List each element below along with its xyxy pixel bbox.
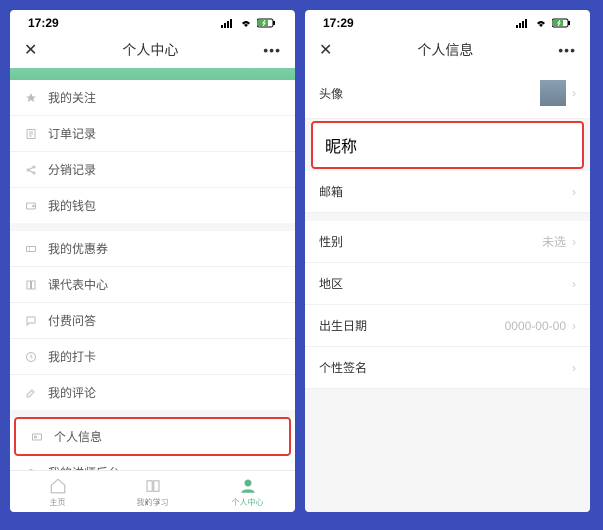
- row-follow[interactable]: 我的关注: [10, 80, 295, 116]
- row-label: 昵称: [325, 133, 357, 157]
- row-label: 出生日期: [319, 317, 367, 334]
- row-label: 个性签名: [319, 359, 367, 376]
- more-icon[interactable]: •••: [558, 42, 576, 58]
- chevron-right-icon: ›: [572, 185, 576, 199]
- tab-profile[interactable]: 个人中心: [200, 477, 295, 508]
- row-label: 我的优惠券: [48, 240, 108, 257]
- birth-value: 0000-00-00: [505, 319, 566, 333]
- close-icon[interactable]: ✕: [24, 40, 37, 60]
- gender-value: 未选: [542, 233, 566, 250]
- tab-label: 个人中心: [232, 497, 264, 508]
- row-label: 我的钱包: [48, 197, 96, 214]
- status-indicators: [516, 18, 572, 28]
- row-wallet[interactable]: 我的钱包: [10, 188, 295, 223]
- chevron-right-icon: ›: [572, 277, 576, 291]
- row-comments[interactable]: 我的评论: [10, 375, 295, 410]
- status-indicators: [221, 18, 277, 28]
- avatar: [540, 80, 566, 106]
- row-label: 邮箱: [319, 183, 343, 200]
- row-label: 地区: [319, 275, 343, 292]
- menu-group-2: 我的优惠券 课代表中心 付费问答 我的打卡 我的评论: [10, 231, 295, 410]
- study-icon: [144, 477, 162, 495]
- wifi-icon: [239, 18, 253, 28]
- chevron-right-icon: ›: [572, 319, 576, 333]
- row-nickname[interactable]: 昵称: [311, 121, 584, 169]
- status-time: 17:29: [323, 16, 354, 30]
- close-icon[interactable]: ✕: [319, 40, 332, 60]
- person-icon: [239, 477, 257, 495]
- chat-icon: [24, 314, 38, 328]
- navbar-left: ✕ 个人中心 •••: [10, 32, 295, 68]
- status-bar: 17:29: [10, 10, 295, 32]
- row-label: 我的关注: [48, 89, 96, 106]
- battery-icon: [257, 18, 277, 28]
- menu-list: 我的关注 订单记录 分销记录 我的钱包 我的优惠券 课代表中心: [10, 80, 295, 470]
- row-bio[interactable]: 个性签名 ›: [305, 347, 590, 389]
- row-gender[interactable]: 性别 未选 ›: [305, 221, 590, 263]
- page-title: 个人信息: [417, 40, 473, 60]
- row-checkin[interactable]: 我的打卡: [10, 339, 295, 375]
- wallet-icon: [24, 199, 38, 213]
- chevron-right-icon: ›: [572, 361, 576, 375]
- row-teacher[interactable]: 我的讲师后台: [10, 455, 295, 470]
- share-icon: [24, 163, 38, 177]
- row-distribution[interactable]: 分销记录: [10, 152, 295, 188]
- row-orders[interactable]: 订单记录: [10, 116, 295, 152]
- signal-icon: [516, 18, 530, 28]
- row-email[interactable]: 邮箱 ›: [305, 171, 590, 213]
- row-region[interactable]: 地区 ›: [305, 263, 590, 305]
- row-representative[interactable]: 课代表中心: [10, 267, 295, 303]
- menu-group-1: 我的关注 订单记录 分销记录 我的钱包: [10, 80, 295, 223]
- chevron-right-icon: ›: [572, 86, 576, 100]
- phone-left: 17:29 ✕ 个人中心 ••• 我的关注 订单记录 分销记录: [10, 10, 295, 512]
- menu-group-3: 个人信息 我的讲师后台 账户管理: [10, 418, 295, 470]
- ticket-icon: [24, 242, 38, 256]
- book-icon: [24, 278, 38, 292]
- row-label: 订单记录: [48, 125, 96, 142]
- row-label: 我的打卡: [48, 348, 96, 365]
- header-bg: [10, 68, 295, 80]
- signal-icon: [221, 18, 235, 28]
- chevron-right-icon: ›: [572, 235, 576, 249]
- page-title: 个人中心: [122, 40, 178, 60]
- phone-right: 17:29 ✕ 个人信息 ••• 头像 › 昵称 邮箱 › 性别 未选 › 地区: [305, 10, 590, 512]
- tab-home[interactable]: 主页: [10, 477, 105, 508]
- row-birth[interactable]: 出生日期 0000-00-00 ›: [305, 305, 590, 347]
- row-label: 头像: [319, 85, 343, 102]
- edit-icon: [24, 386, 38, 400]
- status-bar: 17:29: [305, 10, 590, 32]
- pager: ‹›: [145, 497, 160, 508]
- navbar-right: ✕ 个人信息 •••: [305, 32, 590, 68]
- row-label: 我的评论: [48, 384, 96, 401]
- wifi-icon: [534, 18, 548, 28]
- clock-icon: [24, 350, 38, 364]
- row-label: 个人信息: [54, 428, 102, 445]
- row-paid-qa[interactable]: 付费问答: [10, 303, 295, 339]
- star-icon: [24, 91, 38, 105]
- card-icon: [30, 430, 44, 444]
- tab-label: 主页: [50, 497, 66, 508]
- row-label: 课代表中心: [48, 276, 108, 293]
- status-time: 17:29: [28, 16, 59, 30]
- row-avatar[interactable]: 头像 ›: [305, 68, 590, 119]
- row-profile[interactable]: 个人信息: [14, 417, 291, 456]
- home-icon: [49, 477, 67, 495]
- row-label: 性别: [319, 233, 343, 250]
- spacer: [305, 213, 590, 221]
- row-coupons[interactable]: 我的优惠券: [10, 231, 295, 267]
- battery-icon: [552, 18, 572, 28]
- more-icon[interactable]: •••: [263, 42, 281, 58]
- row-label: 分销记录: [48, 161, 96, 178]
- info-list: 头像 › 昵称 邮箱 › 性别 未选 › 地区 › 出生日期 0000-00-00…: [305, 68, 590, 512]
- row-label: 付费问答: [48, 312, 96, 329]
- list-icon: [24, 127, 38, 141]
